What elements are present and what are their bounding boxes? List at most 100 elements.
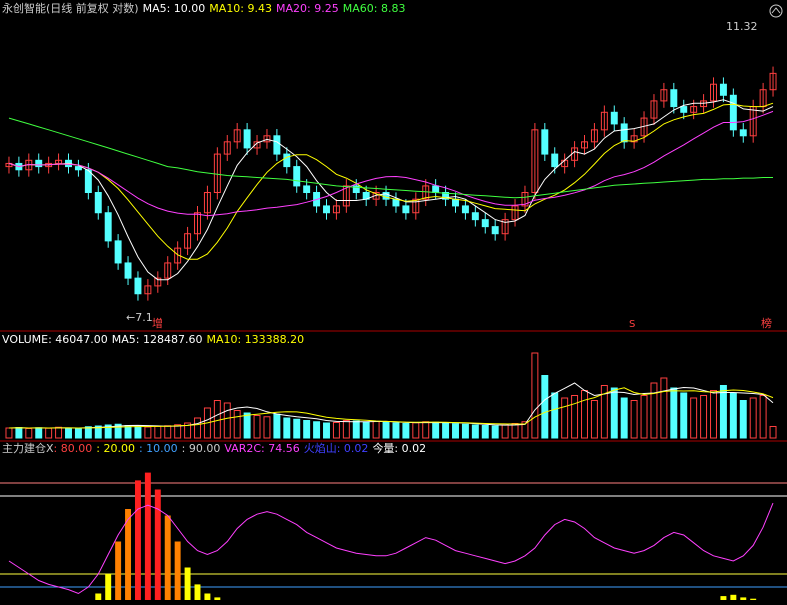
candle-body: [680, 106, 688, 113]
candle-body: [114, 240, 122, 264]
volume-bar: [541, 375, 549, 439]
volcano-bar: [720, 596, 727, 600]
volume-bar: [729, 392, 737, 439]
volume-bar: [392, 422, 400, 439]
candle-body: [283, 153, 291, 168]
candle-body: [323, 205, 330, 214]
indicator-l20: : 20.00: [96, 442, 135, 455]
candle-body: [432, 185, 440, 194]
volcano-bar: [194, 584, 201, 600]
volcano-bar: [154, 489, 161, 600]
candle-body: [452, 198, 459, 207]
candle-body: [392, 198, 400, 207]
chart-background: [0, 0, 787, 605]
indicator-l90: : 90.00: [181, 442, 221, 455]
volume-bar: [452, 423, 459, 439]
price-high-label: 11.32: [726, 20, 758, 33]
volcano-bar: [115, 541, 122, 600]
volume-bar: [15, 427, 23, 439]
indicator-today: 今量: 0.02: [372, 442, 427, 455]
volcano-bar: [730, 594, 737, 600]
candle-body: [303, 185, 311, 194]
candle-body: [402, 205, 410, 214]
volcano-bar: [184, 567, 191, 600]
indicator-volcano: 火焰山: 0.02: [303, 442, 369, 455]
volume-bar: [432, 421, 440, 439]
candle-body: [124, 262, 132, 279]
volume-bar: [739, 400, 747, 439]
volume-bar: [35, 427, 43, 439]
volcano-bar: [105, 574, 112, 600]
volume-bar: [303, 420, 311, 439]
candle-body: [74, 166, 82, 171]
indicator-l10: : 10.00: [138, 442, 178, 455]
volcano-bar: [740, 597, 747, 600]
candle-body: [94, 192, 102, 214]
mark-zeng: 增: [152, 316, 163, 330]
mark-s: S: [629, 319, 635, 330]
volcano-bar: [144, 472, 151, 600]
volume-bar: [84, 426, 92, 439]
candle-body: [541, 129, 549, 155]
volume-bar: [352, 420, 360, 439]
candle-body: [610, 111, 618, 125]
price-low-label: ←7.1: [126, 311, 153, 324]
volume-bar: [382, 421, 390, 439]
candle-body: [35, 159, 43, 168]
candle-body: [134, 277, 142, 295]
volume-bar: [461, 423, 469, 439]
stock-title: 永创智能(日线 前复权 对数): [2, 2, 139, 15]
candle-body: [104, 212, 112, 242]
ma20-value: MA20: 9.25: [276, 2, 339, 15]
volume-bar: [243, 412, 251, 439]
volume-bar: [680, 392, 688, 439]
volume-bar: [65, 427, 72, 439]
volume-bar: [313, 421, 321, 439]
candle-body: [481, 219, 489, 228]
indicator-var2c: VAR2C: 74.56: [224, 442, 300, 455]
volume-value: VOLUME: 46047.00: [2, 333, 108, 346]
indicator-l80: : 80.00: [53, 442, 93, 455]
volume-bar: [124, 425, 132, 439]
volcano-bar: [174, 541, 181, 600]
volcano-bar: [134, 480, 141, 600]
volume-ma5: MA5: 128487.60: [111, 333, 203, 346]
volume-bar: [670, 387, 678, 439]
price-header: 永创智能(日线 前复权 对数) MA5: 10.00 MA10: 9.43 MA20:…: [2, 2, 409, 15]
volume-bar: [719, 385, 727, 439]
volume-bar: [610, 387, 618, 439]
candle-body: [551, 153, 559, 168]
volume-header: VOLUME: 46047.00 MA5: 128487.60 MA10: 1333…: [2, 333, 308, 346]
volcano-bar: [214, 597, 221, 600]
ma10-value: MA10: 9.43: [209, 2, 273, 15]
volume-bar: [442, 422, 450, 439]
volume-bar: [74, 428, 82, 439]
indicator-header: 主力建仓X: 80.00: 20.00: 10.00: 90.00 VAR2C: …: [2, 442, 430, 455]
volume-bar: [402, 423, 410, 439]
volcano-bar: [164, 515, 171, 600]
volume-bar: [134, 425, 142, 439]
volume-bar: [293, 418, 301, 439]
candle-body: [491, 226, 499, 235]
candle-body: [471, 212, 479, 221]
volume-bar: [491, 425, 499, 439]
volume-ma10: MA10: 133388.20: [206, 333, 305, 346]
candle-body: [273, 135, 281, 155]
stock-chart[interactable]: 11.32 ←7.1 增 S 榜: [0, 0, 787, 605]
candle-body: [739, 129, 747, 137]
candle-body: [293, 166, 301, 187]
ma60-value: MA60: 8.83: [342, 2, 406, 15]
candle-body: [719, 83, 727, 96]
volcano-bar: [95, 593, 102, 600]
candle-body: [84, 169, 92, 194]
volume-bar: [323, 422, 330, 439]
volume-bar: [551, 392, 559, 439]
volume-bar: [273, 413, 281, 439]
candle-body: [461, 205, 469, 214]
candle-body: [670, 89, 678, 108]
volume-bar: [283, 417, 291, 439]
volume-bar: [471, 424, 479, 439]
candle-body: [243, 129, 251, 149]
mark-bang: 榜: [761, 316, 772, 330]
ma5-value: MA5: 10.00: [142, 2, 206, 15]
